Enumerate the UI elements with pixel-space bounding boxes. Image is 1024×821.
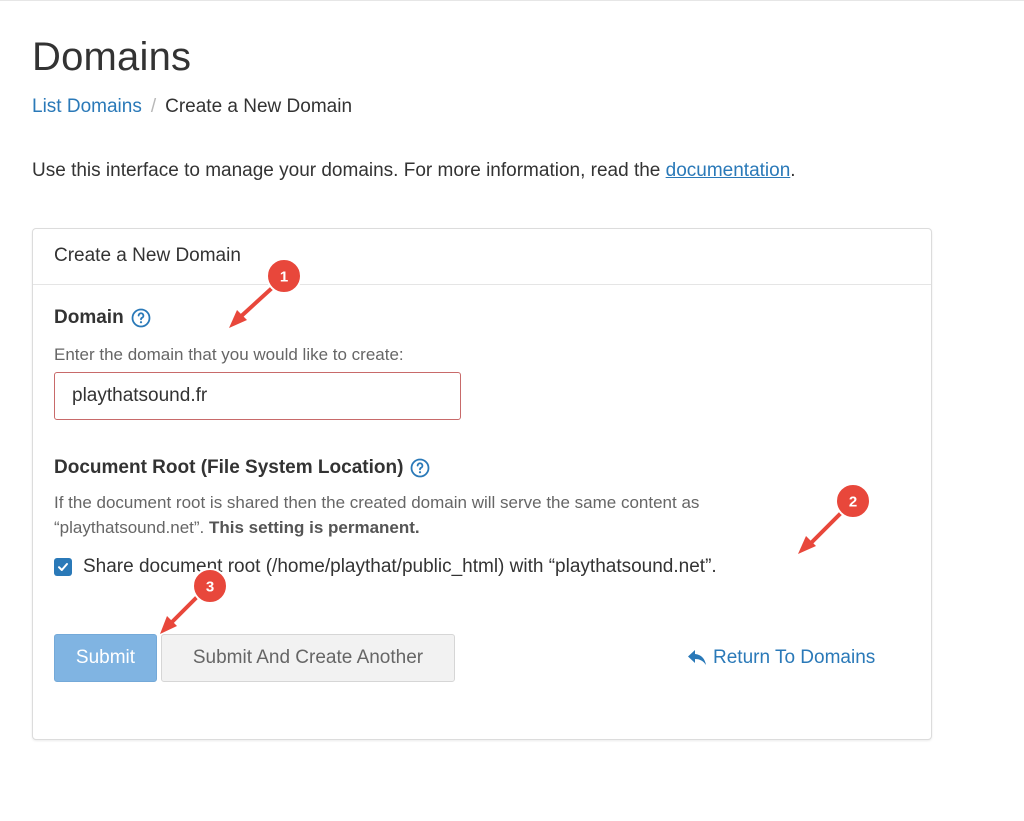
intro-text-suffix: . — [790, 160, 796, 181]
breadcrumb-list-domains-link[interactable]: List Domains — [32, 96, 142, 118]
question-circle-icon[interactable] — [410, 458, 430, 478]
breadcrumb-current: Create a New Domain — [165, 96, 353, 117]
domain-help-text: Enter the domain that you would like to … — [54, 345, 404, 364]
submit-button[interactable]: Submit — [54, 634, 157, 682]
intro-text: Use this interface to manage your domain… — [32, 160, 796, 182]
domain-label-text: Domain — [54, 307, 124, 328]
share-document-root-checkbox[interactable] — [54, 558, 72, 576]
permanent-note: This setting is permanent. — [209, 518, 420, 537]
create-domain-panel: Create a New Domain Domain Enter the dom… — [32, 228, 932, 740]
document-root-label: Document Root (File System Location) — [54, 457, 430, 479]
page: Domains List Domains / Create a New Doma… — [0, 0, 1024, 821]
share-document-root-label: Share document root (/home/playthat/publ… — [83, 556, 717, 577]
return-to-domains-link[interactable]: Return To Domains — [687, 647, 875, 669]
checkmark-icon — [58, 563, 68, 571]
return-to-domains-label: Return To Domains — [713, 647, 876, 668]
breadcrumb: List Domains / Create a New Domain — [32, 96, 352, 118]
share-document-root-row[interactable]: Share document root (/home/playthat/publ… — [54, 556, 717, 578]
reply-arrow-icon — [688, 650, 706, 665]
document-root-label-text: Document Root (File System Location) — [54, 457, 404, 478]
domain-input[interactable] — [54, 372, 461, 420]
document-root-help-text: If the document root is shared then the … — [54, 490, 824, 540]
question-circle-icon[interactable] — [131, 308, 151, 328]
submit-and-create-another-button[interactable]: Submit And Create Another — [161, 634, 455, 682]
domain-label: Domain — [54, 307, 151, 329]
intro-text-body: Use this interface to manage your domain… — [32, 160, 666, 181]
documentation-link[interactable]: documentation — [666, 160, 791, 181]
page-title: Domains — [32, 35, 192, 79]
breadcrumb-separator: / — [150, 96, 157, 117]
panel-heading: Create a New Domain — [33, 229, 931, 285]
